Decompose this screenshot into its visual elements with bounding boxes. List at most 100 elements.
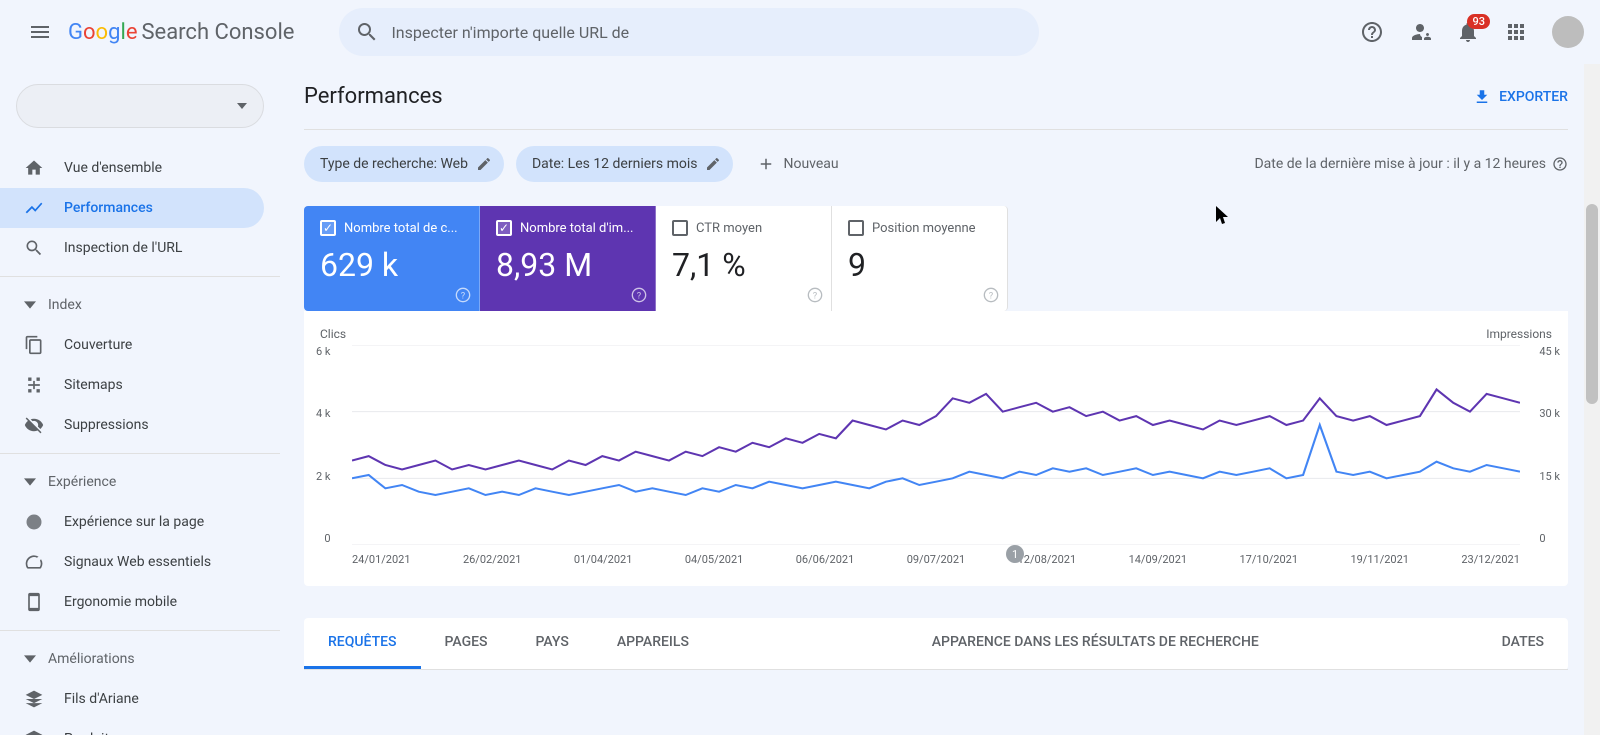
sidebar-item-mobile-usability[interactable]: Ergonomie mobile [0, 582, 264, 622]
card-position[interactable]: Position moyenne 9 ? [832, 206, 1008, 311]
help-icon[interactable] [1552, 156, 1568, 172]
sidebar-item-breadcrumbs[interactable]: Fils d'Ariane [0, 679, 264, 719]
svg-text:?: ? [813, 290, 818, 301]
sidebar-item-performance[interactable]: Performances [0, 188, 264, 228]
sidebar-item-label: Fils d'Ariane [64, 691, 139, 707]
filter-label: Date: Les 12 derniers mois [532, 156, 698, 172]
checkbox-icon [496, 220, 512, 236]
notifications-badge: 93 [1467, 14, 1490, 29]
help-icon[interactable]: ? [807, 287, 823, 303]
card-value: 8,93 M [496, 246, 639, 284]
chart-left-axis-label: Clics [320, 327, 346, 341]
sitemap-icon [24, 375, 44, 395]
export-button[interactable]: EXPORTER [1473, 88, 1568, 106]
section-label: Améliorations [48, 651, 135, 667]
tab-apparence-dans-les-résultats-de-recherche[interactable]: APPARENCE DANS LES RÉSULTATS DE RECHERCH… [713, 618, 1478, 669]
filter-label: Type de recherche: Web [320, 156, 468, 172]
card-ctr[interactable]: CTR moyen 7,1 % ? [656, 206, 832, 311]
tabs-card: REQUÊTESPAGESPAYSAPPAREILSAPPARENCE DANS… [304, 618, 1568, 670]
tab-requêtes[interactable]: REQUÊTES [304, 618, 421, 669]
line-chart[interactable] [352, 345, 1520, 545]
search-icon [24, 238, 44, 258]
filter-date[interactable]: Date: Les 12 derniers mois [516, 146, 734, 182]
layers-icon [24, 689, 44, 709]
section-improvements[interactable]: Améliorations [0, 639, 280, 679]
avatar[interactable] [1552, 16, 1584, 48]
menu-icon[interactable] [16, 8, 64, 56]
chart-marker[interactable]: 1 [1006, 545, 1024, 563]
layers-icon [24, 729, 44, 735]
card-label: Nombre total d'im... [520, 221, 634, 236]
card-clicks[interactable]: Nombre total de c... 629 k ? [304, 206, 480, 311]
card-value: 7,1 % [672, 246, 815, 284]
section-label: Index [48, 297, 82, 313]
card-label: CTR moyen [696, 221, 762, 236]
sidebar-item-sitemaps[interactable]: Sitemaps [0, 365, 264, 405]
add-filter-button[interactable]: Nouveau [745, 155, 850, 173]
help-icon[interactable] [1352, 12, 1392, 52]
section-label: Expérience [48, 474, 116, 490]
edit-icon [705, 156, 721, 172]
card-impressions[interactable]: Nombre total d'im... 8,93 M ? [480, 206, 656, 311]
svg-text:?: ? [637, 290, 642, 301]
sidebar-item-coverage[interactable]: Couverture [0, 325, 264, 365]
sidebar-item-label: Ergonomie mobile [64, 594, 177, 610]
sidebar-item-core-web-vitals[interactable]: Signaux Web essentiels [0, 542, 264, 582]
tab-dates[interactable]: DATES [1478, 618, 1568, 669]
chart-right-axis-label: Impressions [1486, 327, 1552, 341]
section-index[interactable]: Index [0, 285, 280, 325]
sidebar-item-label: Vue d'ensemble [64, 160, 162, 176]
section-experience[interactable]: Expérience [0, 462, 280, 502]
help-icon[interactable]: ? [631, 287, 647, 303]
sidebar-item-page-experience[interactable]: Expérience sur la page [0, 502, 264, 542]
edit-icon [476, 156, 492, 172]
sidebar-item-label: Expérience sur la page [64, 514, 204, 530]
chevron-down-icon [24, 655, 36, 663]
notifications-icon[interactable]: 93 [1448, 12, 1488, 52]
sidebar-item-overview[interactable]: Vue d'ensemble [0, 148, 264, 188]
search-input[interactable]: Inspecter n'importe quelle URL de [339, 8, 1039, 56]
sidebar-item-products[interactable]: Produits [0, 719, 264, 735]
export-label: EXPORTER [1499, 89, 1568, 105]
globe-icon [24, 512, 44, 532]
sidebar-item-label: Performances [64, 200, 153, 216]
sidebar-item-label: Couverture [64, 337, 132, 353]
scrollbar-track[interactable] [1584, 64, 1600, 735]
chevron-down-icon [24, 301, 36, 309]
x-ticks: 24/01/202126/02/202101/04/202104/05/2021… [304, 545, 1568, 566]
filter-search-type[interactable]: Type de recherche: Web [304, 146, 504, 182]
search-placeholder: Inspecter n'importe quelle URL de [391, 23, 629, 42]
help-icon[interactable]: ? [455, 287, 471, 303]
y-ticks-right: 45 k30 k15 k0 [1539, 345, 1560, 545]
speed-icon [24, 552, 44, 572]
sidebar: Vue d'ensemble Performances Inspection d… [0, 64, 280, 735]
chart-container: Clics Impressions 6 k4 k2 k0 45 k30 k15 … [304, 311, 1568, 586]
apps-icon[interactable] [1496, 12, 1536, 52]
add-label: Nouveau [783, 156, 838, 172]
help-icon[interactable]: ? [983, 287, 999, 303]
card-label: Position moyenne [872, 221, 976, 236]
logo-text: Search Console [141, 20, 294, 45]
sidebar-item-label: Inspection de l'URL [64, 240, 182, 256]
sidebar-item-label: Suppressions [64, 417, 149, 433]
tab-pays[interactable]: PAYS [512, 618, 593, 669]
checkbox-icon [848, 220, 864, 236]
chevron-down-icon [24, 478, 36, 486]
chart-icon [24, 198, 44, 218]
tab-appareils[interactable]: APPAREILS [593, 618, 713, 669]
sidebar-item-removals[interactable]: Suppressions [0, 405, 264, 445]
property-selector[interactable] [16, 84, 264, 128]
sidebar-item-url-inspection[interactable]: Inspection de l'URL [0, 228, 264, 268]
checkbox-icon [320, 220, 336, 236]
svg-text:?: ? [461, 290, 466, 301]
scrollbar-thumb[interactable] [1586, 204, 1598, 404]
logo[interactable]: Google Search Console [68, 20, 294, 45]
visibility-off-icon [24, 415, 44, 435]
tab-pages[interactable]: PAGES [421, 618, 512, 669]
page-title: Performances [304, 84, 443, 109]
people-settings-icon[interactable] [1400, 12, 1440, 52]
svg-text:?: ? [989, 290, 994, 301]
checkbox-icon [672, 220, 688, 236]
sidebar-item-label: Signaux Web essentiels [64, 554, 211, 570]
last-update-text: Date de la dernière mise à jour : il y a… [1254, 156, 1568, 172]
